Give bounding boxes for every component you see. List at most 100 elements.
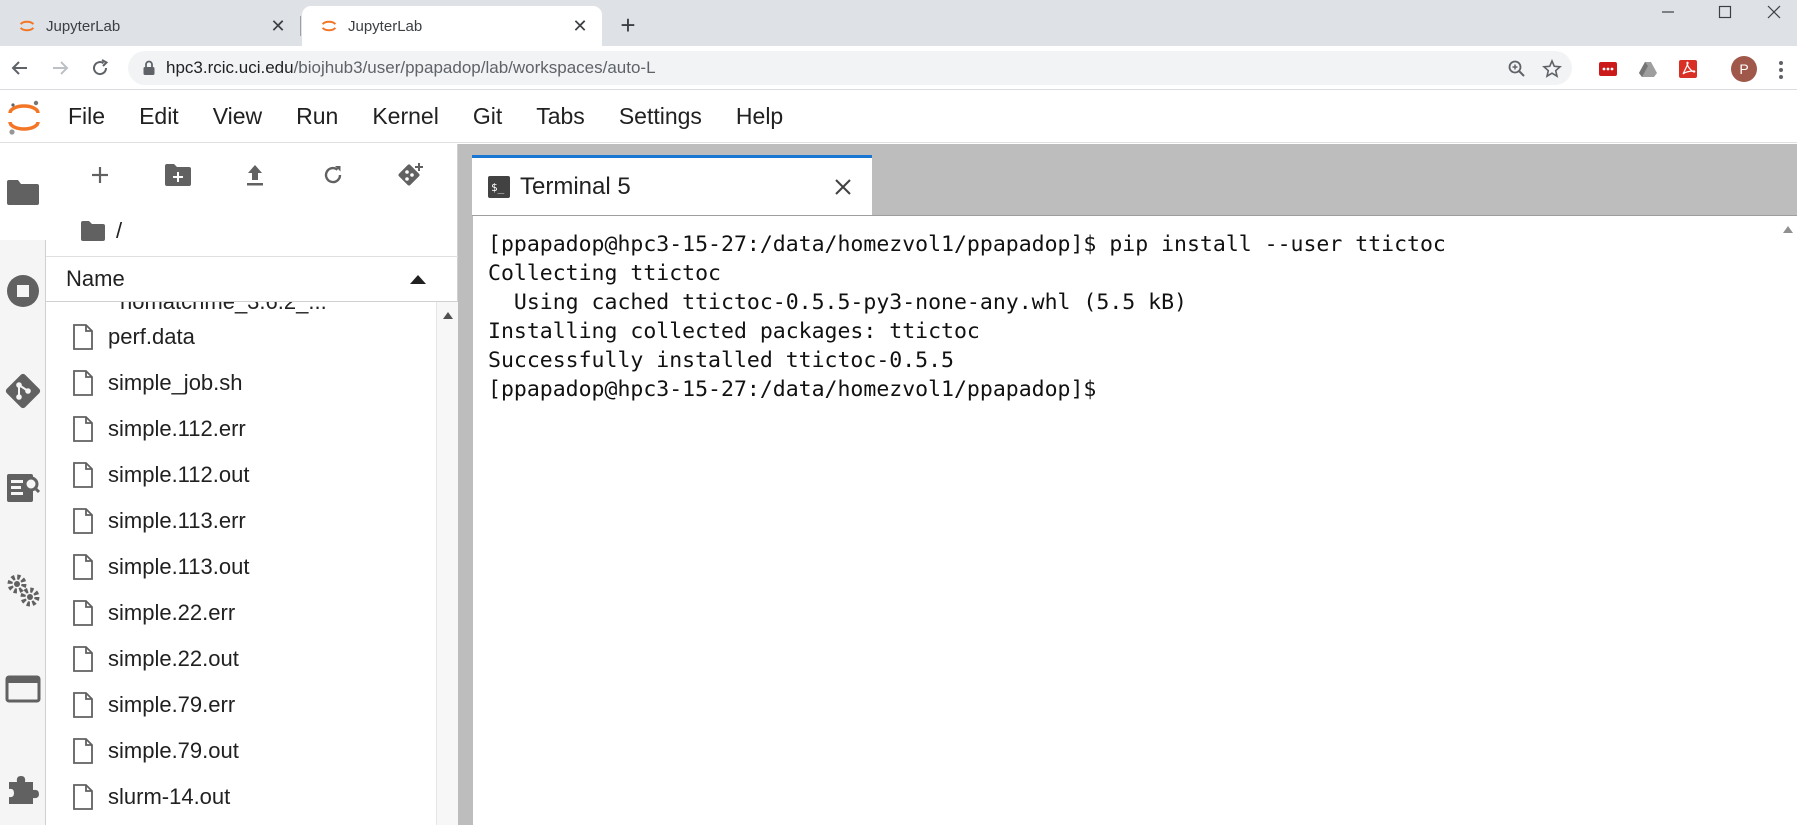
minimize-window-icon[interactable] <box>1645 0 1691 24</box>
file-icon <box>73 508 93 534</box>
close-tab-icon[interactable]: ✕ <box>266 14 290 38</box>
menu-git[interactable]: Git <box>473 103 502 130</box>
terminal-line: Successfully installed ttictoc-0.5.5 <box>488 348 954 373</box>
sort-ascending-icon[interactable] <box>410 274 426 284</box>
browser-tab-active[interactable]: JupyterLab ✕ <box>302 6 602 46</box>
address-bar[interactable]: hpc3.rcic.uci.edu/biojhub3/user/ppapadop… <box>128 51 1572 85</box>
file-browser-toolbar <box>46 144 458 206</box>
terminal-icon: $_ <box>488 176 510 198</box>
jupyter-menubar: File Edit View Run Kernel Git Tabs Setti… <box>0 91 1797 143</box>
git-icon[interactable] <box>3 371 43 411</box>
bookmark-star-icon[interactable] <box>1541 58 1563 80</box>
running-sessions-stop-icon[interactable] <box>3 271 43 311</box>
close-tab-icon[interactable]: ✕ <box>568 14 592 38</box>
settings-gears-icon[interactable] <box>3 570 43 610</box>
folder-icon <box>81 221 105 241</box>
menu-help[interactable]: Help <box>736 103 783 130</box>
file-list-header[interactable]: Name <box>46 256 458 302</box>
scroll-up-arrow-icon[interactable] <box>1783 226 1793 233</box>
file-icon <box>73 324 93 350</box>
list-item[interactable]: simple.112.out <box>46 452 436 498</box>
name-column-header[interactable]: Name <box>66 266 410 292</box>
list-item[interactable]: simple.113.out <box>46 544 436 590</box>
file-icon <box>73 600 93 626</box>
scroll-up-arrow-icon[interactable] <box>443 312 453 319</box>
jupyter-favicon-icon <box>321 20 337 32</box>
menu-kernel[interactable]: Kernel <box>372 103 438 130</box>
file-name: simple.112.err <box>108 416 246 441</box>
tab-separator <box>300 16 301 36</box>
back-icon[interactable] <box>6 54 34 82</box>
file-name: simple_job.sh <box>108 370 243 395</box>
extension-acrobat-icon[interactable] <box>1677 58 1699 80</box>
list-item[interactable]: simple.79.out <box>46 728 436 774</box>
file-icon <box>73 462 93 488</box>
close-window-icon[interactable] <box>1751 0 1797 24</box>
list-item[interactable]: simple.22.err <box>46 590 436 636</box>
url-path: /biojhub3/user/ppapadop/lab/workspaces/a… <box>293 58 656 77</box>
property-inspector-icon[interactable] <box>3 468 43 508</box>
upload-icon[interactable] <box>238 158 272 192</box>
url-host: hpc3.rcic.uci.edu <box>166 58 294 77</box>
menu-tabs[interactable]: Tabs <box>536 103 585 130</box>
menu-file[interactable]: File <box>68 103 105 130</box>
terminal-line: Installing collected packages: ttictoc <box>488 319 980 344</box>
file-name: slurm-14.out <box>108 784 231 809</box>
tab-bar-divider <box>472 215 1797 216</box>
zoom-icon[interactable] <box>1506 58 1528 80</box>
file-name: simple.22.err <box>108 600 236 625</box>
file-browser-panel: / Name nomatchme_3.6.2_... perf.data sim… <box>46 144 458 825</box>
lock-icon <box>143 60 155 75</box>
breadcrumb-root[interactable]: / <box>116 218 122 244</box>
file-name: simple.113.out <box>108 554 250 579</box>
file-name: simple.112.out <box>108 462 250 487</box>
breadcrumb[interactable]: / <box>80 216 122 246</box>
list-item[interactable]: simple.112.err <box>46 406 436 452</box>
browser-tab[interactable]: JupyterLab ✕ <box>0 6 300 46</box>
maximize-window-icon[interactable] <box>1702 0 1748 24</box>
terminal-output[interactable]: [ppapadop@hpc3-15-27:/data/homezvol1/ppa… <box>488 230 1768 820</box>
profile-avatar[interactable]: P <box>1731 56 1757 82</box>
file-icon <box>73 784 93 810</box>
terminal-prompt: [ppapadop@hpc3-15-27:/data/homezvol1/ppa… <box>488 377 1110 402</box>
browser-tab-title: JupyterLab <box>46 17 121 35</box>
panel-splitter[interactable] <box>458 144 472 825</box>
list-item[interactable]: simple.113.err <box>46 498 436 544</box>
reload-icon[interactable] <box>86 54 114 82</box>
list-item[interactable]: simple.22.out <box>46 636 436 682</box>
file-list: nomatchme_3.6.2_... perf.data simple_job… <box>46 302 436 825</box>
list-item[interactable]: simple.79.err <box>46 682 436 728</box>
list-item[interactable]: slurm-14.out <box>46 774 436 820</box>
menu-view[interactable]: View <box>213 103 262 130</box>
terminal-line: Collecting ttictoc <box>488 261 721 286</box>
file-name: simple.22.out <box>108 646 239 671</box>
tab-terminal-5[interactable]: $_ Terminal 5 <box>472 155 872 216</box>
left-activity-bar <box>0 144 46 825</box>
file-list-scrollbar[interactable] <box>436 302 458 825</box>
extension-lastpass-icon[interactable] <box>1597 58 1619 80</box>
list-item[interactable]: perf.data <box>46 314 436 360</box>
close-tab-icon[interactable] <box>828 172 858 202</box>
menu-edit[interactable]: Edit <box>139 103 179 130</box>
browser-toolbar: hpc3.rcic.uci.edu/biojhub3/user/ppapadop… <box>0 46 1797 90</box>
browser-menu-icon[interactable] <box>1775 58 1787 82</box>
file-name: simple.113.err <box>108 508 246 533</box>
file-browser-folder-icon[interactable] <box>3 172 43 212</box>
refresh-icon[interactable] <box>316 158 350 192</box>
menu-run[interactable]: Run <box>296 103 338 130</box>
list-item[interactable]: simple_job.sh <box>46 360 436 406</box>
new-tab-button[interactable]: + <box>614 10 642 40</box>
new-folder-icon[interactable] <box>161 158 195 192</box>
new-launcher-plus-icon[interactable] <box>83 158 117 192</box>
extension-drive-icon[interactable] <box>1637 58 1659 80</box>
file-icon <box>73 554 93 580</box>
terminal-scrollbar[interactable] <box>1779 216 1797 825</box>
forward-icon[interactable] <box>46 54 74 82</box>
extension-manager-puzzle-icon[interactable] <box>3 769 43 809</box>
open-tabs-icon[interactable] <box>3 669 43 709</box>
file-icon <box>73 370 93 396</box>
url-text: hpc3.rcic.uci.edu/biojhub3/user/ppapadop… <box>166 58 656 78</box>
file-name: perf.data <box>108 324 195 349</box>
git-clone-icon[interactable] <box>394 158 428 192</box>
menu-settings[interactable]: Settings <box>619 103 702 130</box>
